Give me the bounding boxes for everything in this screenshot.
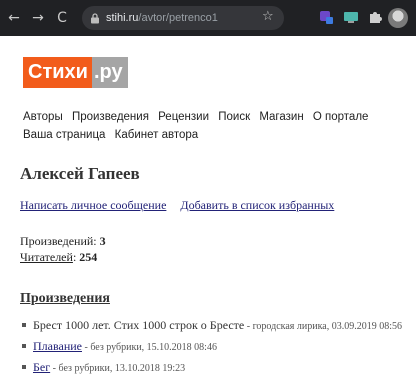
menu-item-reviews[interactable]: Рецензии — [158, 111, 209, 123]
work-meta: без рубрики, 15.10.2018 08:46 — [90, 342, 217, 353]
main-menu: Авторы Произведения Рецензии Поиск Магаз… — [23, 108, 413, 144]
menu-item-my-page[interactable]: Ваша страница — [23, 129, 105, 141]
page-content: Стихи .ру Авторы Произведения Рецензии П… — [0, 36, 416, 391]
works-count-label: Произведений: — [20, 234, 100, 248]
logo-part-2: .ру — [91, 57, 128, 88]
profile-avatar[interactable] — [388, 8, 408, 28]
works-section-title[interactable]: Произведения — [20, 291, 110, 307]
readers-count-row: Читателей: 254 — [20, 249, 106, 265]
work-title-link[interactable]: Плавание — [33, 339, 82, 353]
work-sep: - — [244, 321, 253, 332]
readers-link[interactable]: Читателей — [20, 250, 73, 264]
menu-item-authors[interactable]: Авторы — [23, 111, 63, 123]
work-title-link[interactable]: Бег — [33, 360, 50, 374]
address-bar[interactable]: stihi.ru/avtor/petrenco1 — [82, 6, 284, 30]
work-title[interactable]: Брест 1000 лет. Стих 1000 строк о Бресте — [33, 318, 244, 332]
menu-item-search[interactable]: Поиск — [218, 111, 250, 123]
works-count-row: Произведений: 3 — [20, 233, 106, 249]
logo-part-1: Стихи — [23, 57, 92, 88]
reload-icon[interactable]: C — [52, 8, 72, 28]
url-path: /avtor/petrenco1 — [138, 12, 218, 24]
menu-item-shop[interactable]: Магазин — [259, 111, 303, 123]
site-logo[interactable]: Стихи .ру — [23, 57, 128, 88]
author-actions: Написать личное сообщение Добавить в спи… — [20, 198, 345, 213]
work-meta: городская лирика, 03.09.2019 08:56 — [252, 321, 403, 332]
menu-item-works[interactable]: Произведения — [72, 111, 149, 123]
bookmark-star-icon[interactable]: ☆ — [262, 9, 274, 24]
author-stats: Произведений: 3 Читателей: 254 — [20, 233, 106, 265]
menu-item-about[interactable]: О портале — [313, 111, 369, 123]
extension-monitor-icon[interactable] — [343, 9, 359, 25]
list-item: Бег - без рубрики, 13.10.2018 19:23 — [20, 360, 412, 376]
lock-icon — [91, 12, 99, 23]
extensions-puzzle-icon[interactable] — [367, 9, 383, 25]
forward-icon[interactable]: → — [28, 8, 48, 28]
add-to-favorites-link[interactable]: Добавить в список избранных — [180, 198, 334, 212]
send-message-link[interactable]: Написать личное сообщение — [20, 198, 166, 212]
work-meta: без рубрики, 13.10.2018 19:23 — [58, 363, 186, 374]
browser-toolbar: ← → C stihi.ru/avtor/petrenco1 ☆ — [0, 0, 416, 36]
readers-count-value: 254 — [79, 250, 98, 264]
works-list: Брест 1000 лет. Стих 1000 строк о Бресте… — [20, 318, 412, 381]
extension-icon[interactable] — [318, 9, 334, 25]
list-item: Брест 1000 лет. Стих 1000 строк о Бресте… — [20, 318, 412, 334]
back-icon[interactable]: ← — [4, 8, 24, 28]
url-host: stihi.ru — [106, 12, 139, 24]
list-item: Плавание - без рубрики, 15.10.2018 08:46 — [20, 339, 412, 355]
works-count-value: 3 — [99, 234, 106, 248]
menu-item-author-cabinet[interactable]: Кабинет автора — [115, 129, 199, 141]
page-title: Алексей Гапеев — [20, 164, 140, 183]
